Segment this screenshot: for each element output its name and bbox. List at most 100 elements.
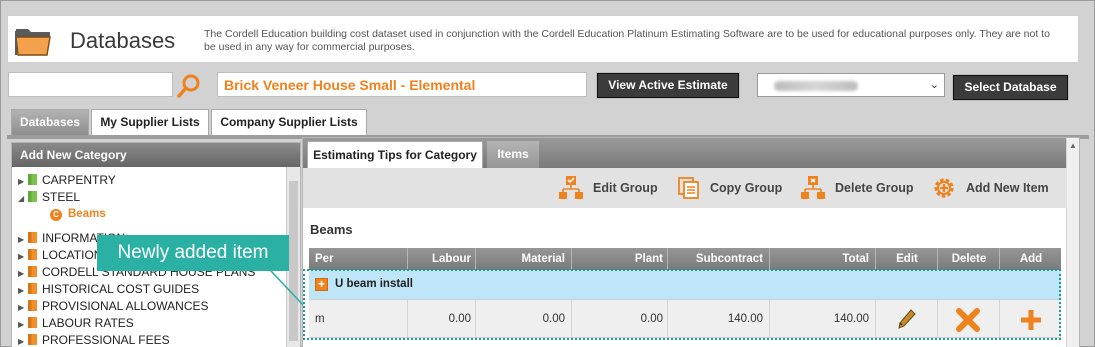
add-new-item-label: Add New Item [966, 181, 1049, 195]
tree-item-label: CARPENTRY [42, 173, 116, 187]
scrollbar-thumb[interactable] [289, 181, 298, 341]
column-divider [667, 300, 668, 338]
expand-arrow-icon[interactable]: ▶ [18, 235, 28, 244]
tab-items[interactable]: Items [487, 141, 539, 168]
tree-item-label: LABOUR RATES [42, 316, 134, 330]
items-panel: Estimating Tips for Category Items ▲ Edi… [302, 137, 1080, 347]
blurred-database-name [774, 81, 858, 91]
delete-x-icon[interactable] [955, 308, 981, 332]
column-divider [667, 248, 668, 270]
expand-arrow-icon[interactable]: ▶ [18, 320, 28, 329]
expand-arrow-icon[interactable]: ▶ [18, 286, 28, 295]
column-header-delete: Delete [951, 253, 987, 265]
tab-company-supplier-lists[interactable]: Company Supplier Lists [211, 109, 367, 135]
column-divider [937, 300, 938, 338]
table-row[interactable]: m 0.00 0.00 0.00 140.00 140.00 [309, 300, 1061, 338]
edit-group-icon [559, 176, 583, 199]
expand-plus-icon[interactable]: + [315, 278, 328, 291]
column-header-edit: Edit [896, 253, 918, 265]
tree-item-location[interactable]: ▶ LOCATION [18, 248, 102, 264]
delete-group-button[interactable]: Delete Group [800, 175, 914, 201]
book-icon [28, 266, 37, 277]
edit-group-button[interactable]: Edit Group [558, 175, 658, 201]
book-icon [28, 249, 37, 260]
column-divider [937, 248, 938, 270]
column-header-material: Material [521, 253, 565, 265]
copy-group-button[interactable]: Copy Group [677, 175, 782, 201]
expand-arrow-icon[interactable]: ▶ [18, 177, 28, 186]
column-header-total: Total [842, 253, 869, 265]
expand-arrow-icon[interactable]: ▶ [18, 269, 28, 278]
callout-newly-added-item: Newly added item [97, 235, 289, 271]
add-gear-icon [934, 178, 954, 198]
tab-estimating-tips[interactable]: Estimating Tips for Category [307, 141, 483, 168]
column-header-add: Add [1019, 253, 1043, 265]
column-divider [571, 300, 572, 338]
column-divider [875, 300, 876, 338]
column-header-labour: Labour [432, 253, 471, 265]
column-divider [999, 300, 1000, 338]
edit-group-label: Edit Group [593, 181, 658, 195]
column-divider [407, 300, 408, 338]
select-database-button[interactable]: Select Database [953, 75, 1068, 100]
column-divider [571, 248, 572, 270]
expand-arrow-icon[interactable]: ▶ [18, 252, 28, 261]
column-divider [999, 248, 1000, 270]
items-tab-bar: Estimating Tips for Category Items [303, 138, 1067, 168]
cell-per: m [315, 313, 325, 325]
column-divider [407, 248, 408, 270]
expand-arrow-icon[interactable]: ▶ [18, 303, 28, 312]
tree-item-labour-rates[interactable]: ▶ LABOUR RATES [18, 316, 134, 332]
book-icon [28, 174, 37, 185]
add-new-item-button[interactable]: Add New Item [931, 175, 1049, 201]
tree-item-label: Beams [68, 208, 106, 220]
book-icon [28, 283, 37, 294]
book-icon [28, 334, 37, 345]
column-divider [475, 300, 476, 338]
cell-labour: 0.00 [448, 313, 471, 325]
cell-material: 0.00 [542, 313, 565, 325]
group-row[interactable]: + U beam install [309, 270, 1061, 300]
chevron-down-icon: ⌄ [929, 79, 939, 91]
add-plus-icon[interactable] [1019, 308, 1043, 332]
folder-icon [15, 29, 51, 56]
column-divider [875, 248, 876, 270]
tree-item-label: LOCATION [42, 248, 103, 262]
active-estimate-name: Brick Veneer House Small - Elemental [217, 72, 587, 97]
tree-item-historical-cost-guides[interactable]: ▶ HISTORICAL COST GUIDES [18, 282, 199, 298]
tree-item-carpentry[interactable]: ▶ CARPENTRY [18, 173, 116, 189]
column-header-subcontract: Subcontract [695, 253, 763, 265]
book-icon [28, 317, 37, 328]
collapse-arrow-icon[interactable]: ◢ [18, 194, 28, 203]
category-c-icon: C [50, 209, 62, 221]
tree-item-beams[interactable]: C Beams [50, 208, 106, 224]
search-icon[interactable] [176, 73, 202, 99]
app-window: Databases The Cordell Education building… [0, 0, 1095, 347]
tab-my-supplier-lists[interactable]: My Supplier Lists [91, 109, 209, 135]
expand-arrow-icon[interactable]: ▶ [18, 337, 28, 346]
view-active-estimate-button[interactable]: View Active Estimate [597, 73, 739, 98]
cell-total: 140.00 [833, 313, 869, 325]
column-divider [769, 248, 770, 270]
tab-databases[interactable]: Databases [11, 109, 89, 135]
tree-item-professional-fees[interactable]: ▶ PROFESSIONAL FEES [18, 333, 170, 347]
group-toolbar: Edit Group Copy Group Delete Group Add N… [303, 168, 1067, 208]
copy-group-icon [678, 177, 699, 199]
tree-item-label: PROFESSIONAL FEES [42, 333, 170, 347]
add-new-category-header[interactable]: Add New Category [12, 143, 300, 167]
cell-plant: 0.00 [640, 313, 663, 325]
column-divider [769, 300, 770, 338]
header: Databases The Cordell Education building… [7, 15, 1079, 63]
tree-item-provisional-allowances[interactable]: ▶ PROVISIONAL ALLOWANCES [18, 299, 209, 315]
tree-item-label: HISTORICAL COST GUIDES [42, 282, 200, 296]
delete-group-label: Delete Group [835, 181, 914, 195]
cell-subcontract: 140.00 [727, 313, 763, 325]
database-select[interactable]: ⌄ [757, 73, 945, 97]
search-input[interactable] [8, 72, 173, 97]
scroll-up-icon[interactable]: ▲ [1069, 141, 1077, 150]
items-scrollbar[interactable]: ▲ [1066, 138, 1079, 347]
tree-item-label: PROVISIONAL ALLOWANCES [42, 299, 209, 313]
pencil-icon[interactable] [897, 308, 917, 330]
tree-item-steel[interactable]: ◢ STEEL [18, 190, 80, 206]
tree-item-label: STEEL [42, 190, 81, 204]
